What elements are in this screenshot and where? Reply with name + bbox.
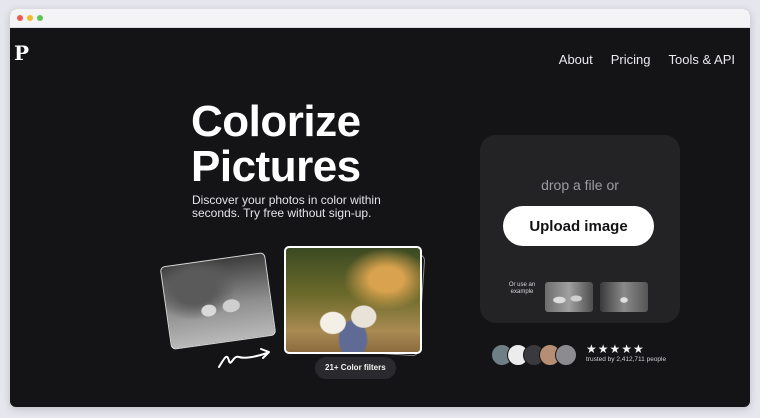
- close-window-dot[interactable]: [17, 15, 23, 21]
- hero-subtitle: Discover your photos in color within sec…: [192, 193, 381, 220]
- user-avatars: [491, 344, 591, 366]
- nav-tools-api[interactable]: Tools & API: [669, 52, 735, 67]
- window-titlebar: [10, 9, 750, 28]
- hero-title-line2: Pictures: [191, 142, 361, 191]
- avatar: [555, 344, 577, 366]
- example-thumbnail-2[interactable]: [600, 282, 648, 312]
- top-nav: About Pricing Tools & API: [559, 52, 735, 67]
- maximize-window-dot[interactable]: [37, 15, 43, 21]
- hero-title: Colorize Pictures: [191, 99, 361, 189]
- upload-image-button[interactable]: Upload image: [503, 206, 654, 246]
- example-thumbnail-1[interactable]: [545, 282, 593, 312]
- black-white-photo: [159, 252, 277, 350]
- browser-window: P About Pricing Tools & API Colorize Pic…: [10, 9, 750, 407]
- color-filters-badge: 21+ Color filters: [315, 357, 396, 379]
- minimize-window-dot[interactable]: [27, 15, 33, 21]
- upload-dropzone[interactable]: drop a file or Upload image Or use an ex…: [480, 135, 680, 323]
- colorized-photo: [284, 246, 422, 354]
- drop-file-text: drop a file or: [541, 177, 619, 193]
- rating-stars-icon: ★★★★★: [586, 342, 645, 356]
- squiggle-arrow-icon: [218, 348, 270, 368]
- site-logo[interactable]: P: [14, 41, 29, 65]
- trusted-count-text: trusted by 2,412,711 people: [586, 356, 667, 363]
- example-label: Or use an example: [508, 282, 536, 295]
- hero-title-line1: Colorize: [191, 97, 361, 146]
- nav-about[interactable]: About: [559, 52, 593, 67]
- nav-pricing[interactable]: Pricing: [611, 52, 651, 67]
